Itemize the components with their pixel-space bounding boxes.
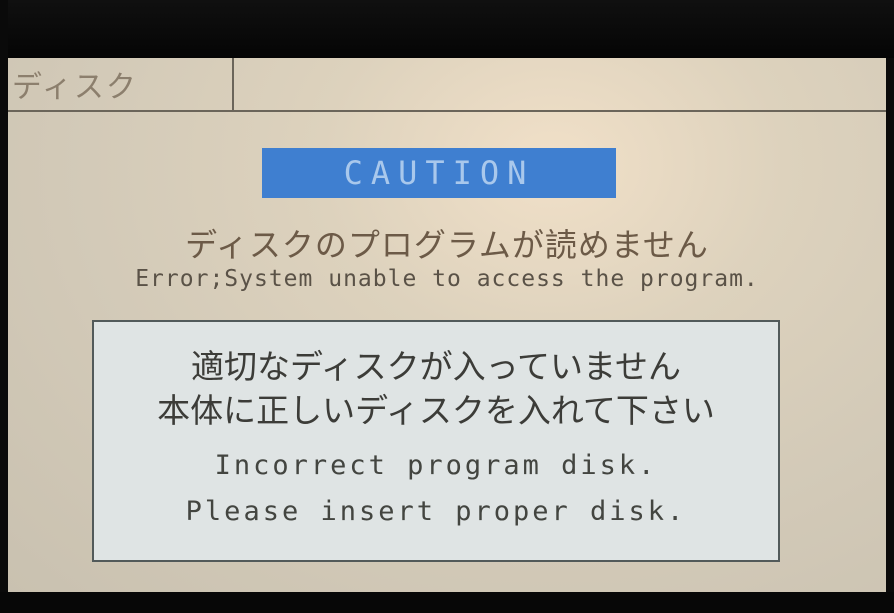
device-bezel-bottom bbox=[0, 592, 894, 613]
header-tab-disk[interactable]: ディスク bbox=[8, 58, 234, 110]
dialog-line2-en: Please insert proper disk. bbox=[185, 496, 687, 527]
device-bezel-left bbox=[0, 0, 8, 613]
dialog-line1-en: Incorrect program disk. bbox=[214, 450, 658, 481]
lcd-screen: ディスク CAUTION ディスクのプログラムが読めません Error;Syst… bbox=[8, 58, 886, 592]
device-bezel-top bbox=[0, 0, 894, 58]
header-tab-label: ディスク bbox=[12, 70, 138, 105]
header-bar: ディスク bbox=[8, 58, 886, 112]
error-message-jp: ディスクのプログラムが読めません bbox=[185, 226, 709, 264]
caution-badge: CAUTION bbox=[262, 148, 616, 198]
caution-label: CAUTION bbox=[343, 154, 535, 192]
disk-error-dialog: 適切なディスクが入っていません 本体に正しいディスクを入れて下さい Incorr… bbox=[92, 320, 780, 562]
error-message-en: Error;System unable to access the progra… bbox=[135, 266, 759, 292]
dialog-line2-jp: 本体に正しいディスクを入れて下さい bbox=[157, 391, 715, 430]
dialog-line1-jp: 適切なディスクが入っていません bbox=[190, 347, 682, 386]
